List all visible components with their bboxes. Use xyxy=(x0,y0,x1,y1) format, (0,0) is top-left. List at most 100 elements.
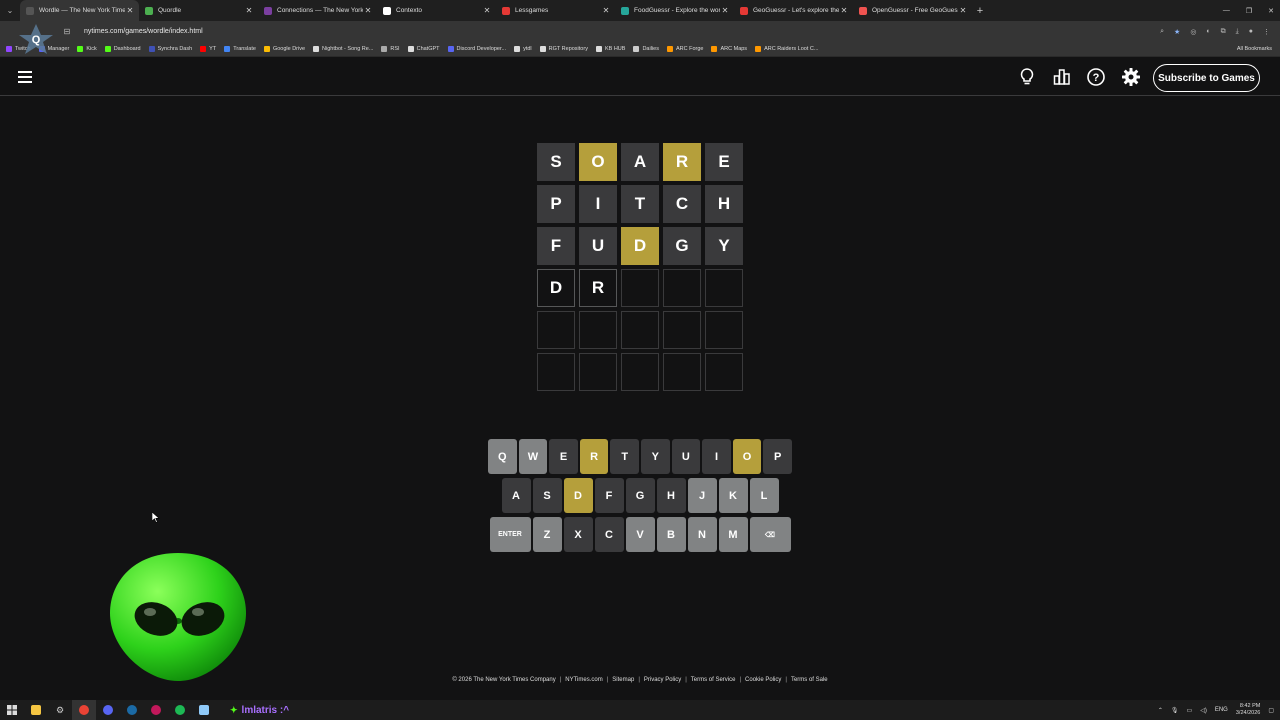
bookmark-item[interactable]: Kick xyxy=(77,46,97,52)
hamburger-menu-icon[interactable] xyxy=(18,71,32,83)
browser-tab[interactable]: Lessgames ✕ xyxy=(496,0,615,21)
bookmark-item[interactable]: Google Drive xyxy=(263,46,305,52)
footer-link[interactable]: NYTimes.com xyxy=(565,677,602,683)
language-indicator[interactable]: ENG xyxy=(1215,707,1228,713)
browser-tab[interactable]: Connections — The New York T ✕ xyxy=(258,0,377,21)
subscribe-to-games-button[interactable]: Subscribe to Games xyxy=(1153,64,1260,92)
key-e[interactable]: E xyxy=(549,439,578,474)
backspace-key[interactable]: ⌫ xyxy=(749,517,791,552)
bookmark-item[interactable]: ChatGPT xyxy=(407,46,440,52)
tray-overflow-icon[interactable]: ⌃ xyxy=(1158,707,1163,714)
key-g[interactable]: G xyxy=(625,478,655,513)
minimize-icon[interactable]: — xyxy=(1223,7,1230,14)
help-icon[interactable]: ? xyxy=(1086,67,1106,87)
browser-tab[interactable]: Contexto ✕ xyxy=(377,0,496,21)
close-window-icon[interactable]: ✕ xyxy=(1268,7,1274,15)
key-q[interactable]: Q xyxy=(488,439,517,474)
new-tab-button[interactable]: + xyxy=(972,5,988,17)
bookmark-item[interactable]: Dashboard xyxy=(104,46,141,52)
bookmark-item[interactable]: Translate xyxy=(224,46,256,52)
zoom-icon[interactable]: ⌕ xyxy=(1160,28,1164,36)
extension-icon[interactable]: ◎ xyxy=(1190,28,1196,36)
key-x[interactable]: X xyxy=(563,517,593,552)
hint-lightbulb-icon[interactable] xyxy=(1017,67,1037,87)
extension-icon[interactable]: ◐ xyxy=(1206,28,1210,36)
download-icon[interactable]: ⤓ xyxy=(1236,28,1239,36)
tab-close-icon[interactable]: ✕ xyxy=(839,6,849,15)
profile-avatar[interactable]: ● xyxy=(1249,28,1253,36)
key-b[interactable]: B xyxy=(656,517,686,552)
statistics-icon[interactable] xyxy=(1052,67,1072,87)
volume-icon[interactable]: ◁) xyxy=(1200,707,1207,714)
tab-close-icon[interactable]: ✕ xyxy=(125,6,135,15)
footer-link[interactable]: Privacy Policy xyxy=(644,677,681,683)
key-j[interactable]: J xyxy=(687,478,717,513)
key-n[interactable]: N xyxy=(687,517,717,552)
bookmark-item[interactable]: RSI xyxy=(381,46,400,52)
footer-link[interactable]: Sitemap xyxy=(612,677,634,683)
tab-close-icon[interactable]: ✕ xyxy=(601,6,611,15)
tab-close-icon[interactable]: ✕ xyxy=(244,6,254,15)
bookmark-item[interactable]: Synchra Dash xyxy=(148,46,192,52)
key-p[interactable]: P xyxy=(763,439,792,474)
browser-tab[interactable]: FoodGuessr - Explore the worl ✕ xyxy=(615,0,734,21)
tab-search-button[interactable]: ⌄ xyxy=(0,0,20,21)
app-icon[interactable] xyxy=(192,700,216,720)
footer-link[interactable]: Terms of Sale xyxy=(791,677,828,683)
key-k[interactable]: K xyxy=(718,478,748,513)
bookmark-item[interactable]: Dailies xyxy=(633,46,659,52)
key-y[interactable]: Y xyxy=(641,439,670,474)
browser-tab[interactable]: GeoGuessr - Let's explore the w ✕ xyxy=(734,0,853,21)
notifications-icon[interactable]: ▢ xyxy=(1268,707,1274,714)
footer-link[interactable]: Terms of Service xyxy=(691,677,736,683)
key-u[interactable]: U xyxy=(671,439,701,474)
extensions-puzzle-icon[interactable]: ⧉ xyxy=(1221,28,1226,36)
key-z[interactable]: Z xyxy=(532,517,562,552)
settings-app-icon[interactable]: ⚙ xyxy=(48,700,72,720)
bookmark-item[interactable]: Discord Developer... xyxy=(447,46,506,52)
key-i[interactable]: I xyxy=(702,439,731,474)
key-f[interactable]: F xyxy=(594,478,624,513)
key-m[interactable]: M xyxy=(718,517,748,552)
bookmark-item[interactable]: YT xyxy=(200,46,216,52)
browser-tab[interactable]: Wordle — The New York Times ✕ xyxy=(20,0,139,21)
key-o[interactable]: O xyxy=(732,439,762,474)
key-a[interactable]: A xyxy=(501,478,531,513)
discord-icon[interactable] xyxy=(96,700,120,720)
key-h[interactable]: H xyxy=(656,478,686,513)
bookmark-item[interactable]: KB HUB xyxy=(595,46,625,52)
bookmark-star-icon[interactable]: ★ xyxy=(1174,28,1180,36)
key-w[interactable]: W xyxy=(518,439,548,474)
maximize-icon[interactable]: ❐ xyxy=(1246,7,1252,15)
key-s[interactable]: S xyxy=(532,478,562,513)
key-r[interactable]: R xyxy=(579,439,609,474)
all-bookmarks[interactable]: All Bookmarks xyxy=(1237,46,1272,52)
windows-start-icon[interactable] xyxy=(0,700,24,720)
settings-gear-icon[interactable] xyxy=(1121,67,1141,87)
bookmark-item[interactable]: ytdl xyxy=(514,46,532,52)
microphone-icon[interactable]: 🎙 xyxy=(1171,707,1179,714)
key-d[interactable]: D xyxy=(563,478,593,513)
bookmark-item[interactable]: ARC Forge xyxy=(666,46,703,52)
key-c[interactable]: C xyxy=(594,517,624,552)
tab-close-icon[interactable]: ✕ xyxy=(482,6,492,15)
bookmark-item[interactable]: ARC Maps xyxy=(711,46,747,52)
tab-close-icon[interactable]: ✕ xyxy=(720,6,730,15)
key-v[interactable]: V xyxy=(625,517,655,552)
bookmark-item[interactable]: Nightbot - Song Re... xyxy=(313,46,373,52)
menu-icon[interactable]: ⋮ xyxy=(1263,28,1270,36)
network-icon[interactable]: ▭ xyxy=(1187,707,1193,714)
bookmark-item[interactable]: ARC Raiders Loot C... xyxy=(755,46,818,52)
chrome-icon[interactable] xyxy=(72,700,96,720)
now-playing-widget[interactable]: ✦ lmlatris :^ xyxy=(230,705,289,716)
enter-key[interactable]: ENTER xyxy=(489,517,531,552)
tab-close-icon[interactable]: ✕ xyxy=(363,6,373,15)
spotify-icon[interactable] xyxy=(168,700,192,720)
tab-close-icon[interactable]: ✕ xyxy=(958,6,968,15)
steam-icon[interactable] xyxy=(120,700,144,720)
clock[interactable]: 8:42 PM 3/24/2026 xyxy=(1236,703,1260,717)
file-explorer-icon[interactable] xyxy=(24,700,48,720)
browser-tab[interactable]: Quordle ✕ xyxy=(139,0,258,21)
url-field[interactable]: nytimes.com/games/wordle/index.html xyxy=(84,28,1160,35)
key-l[interactable]: L xyxy=(749,478,779,513)
